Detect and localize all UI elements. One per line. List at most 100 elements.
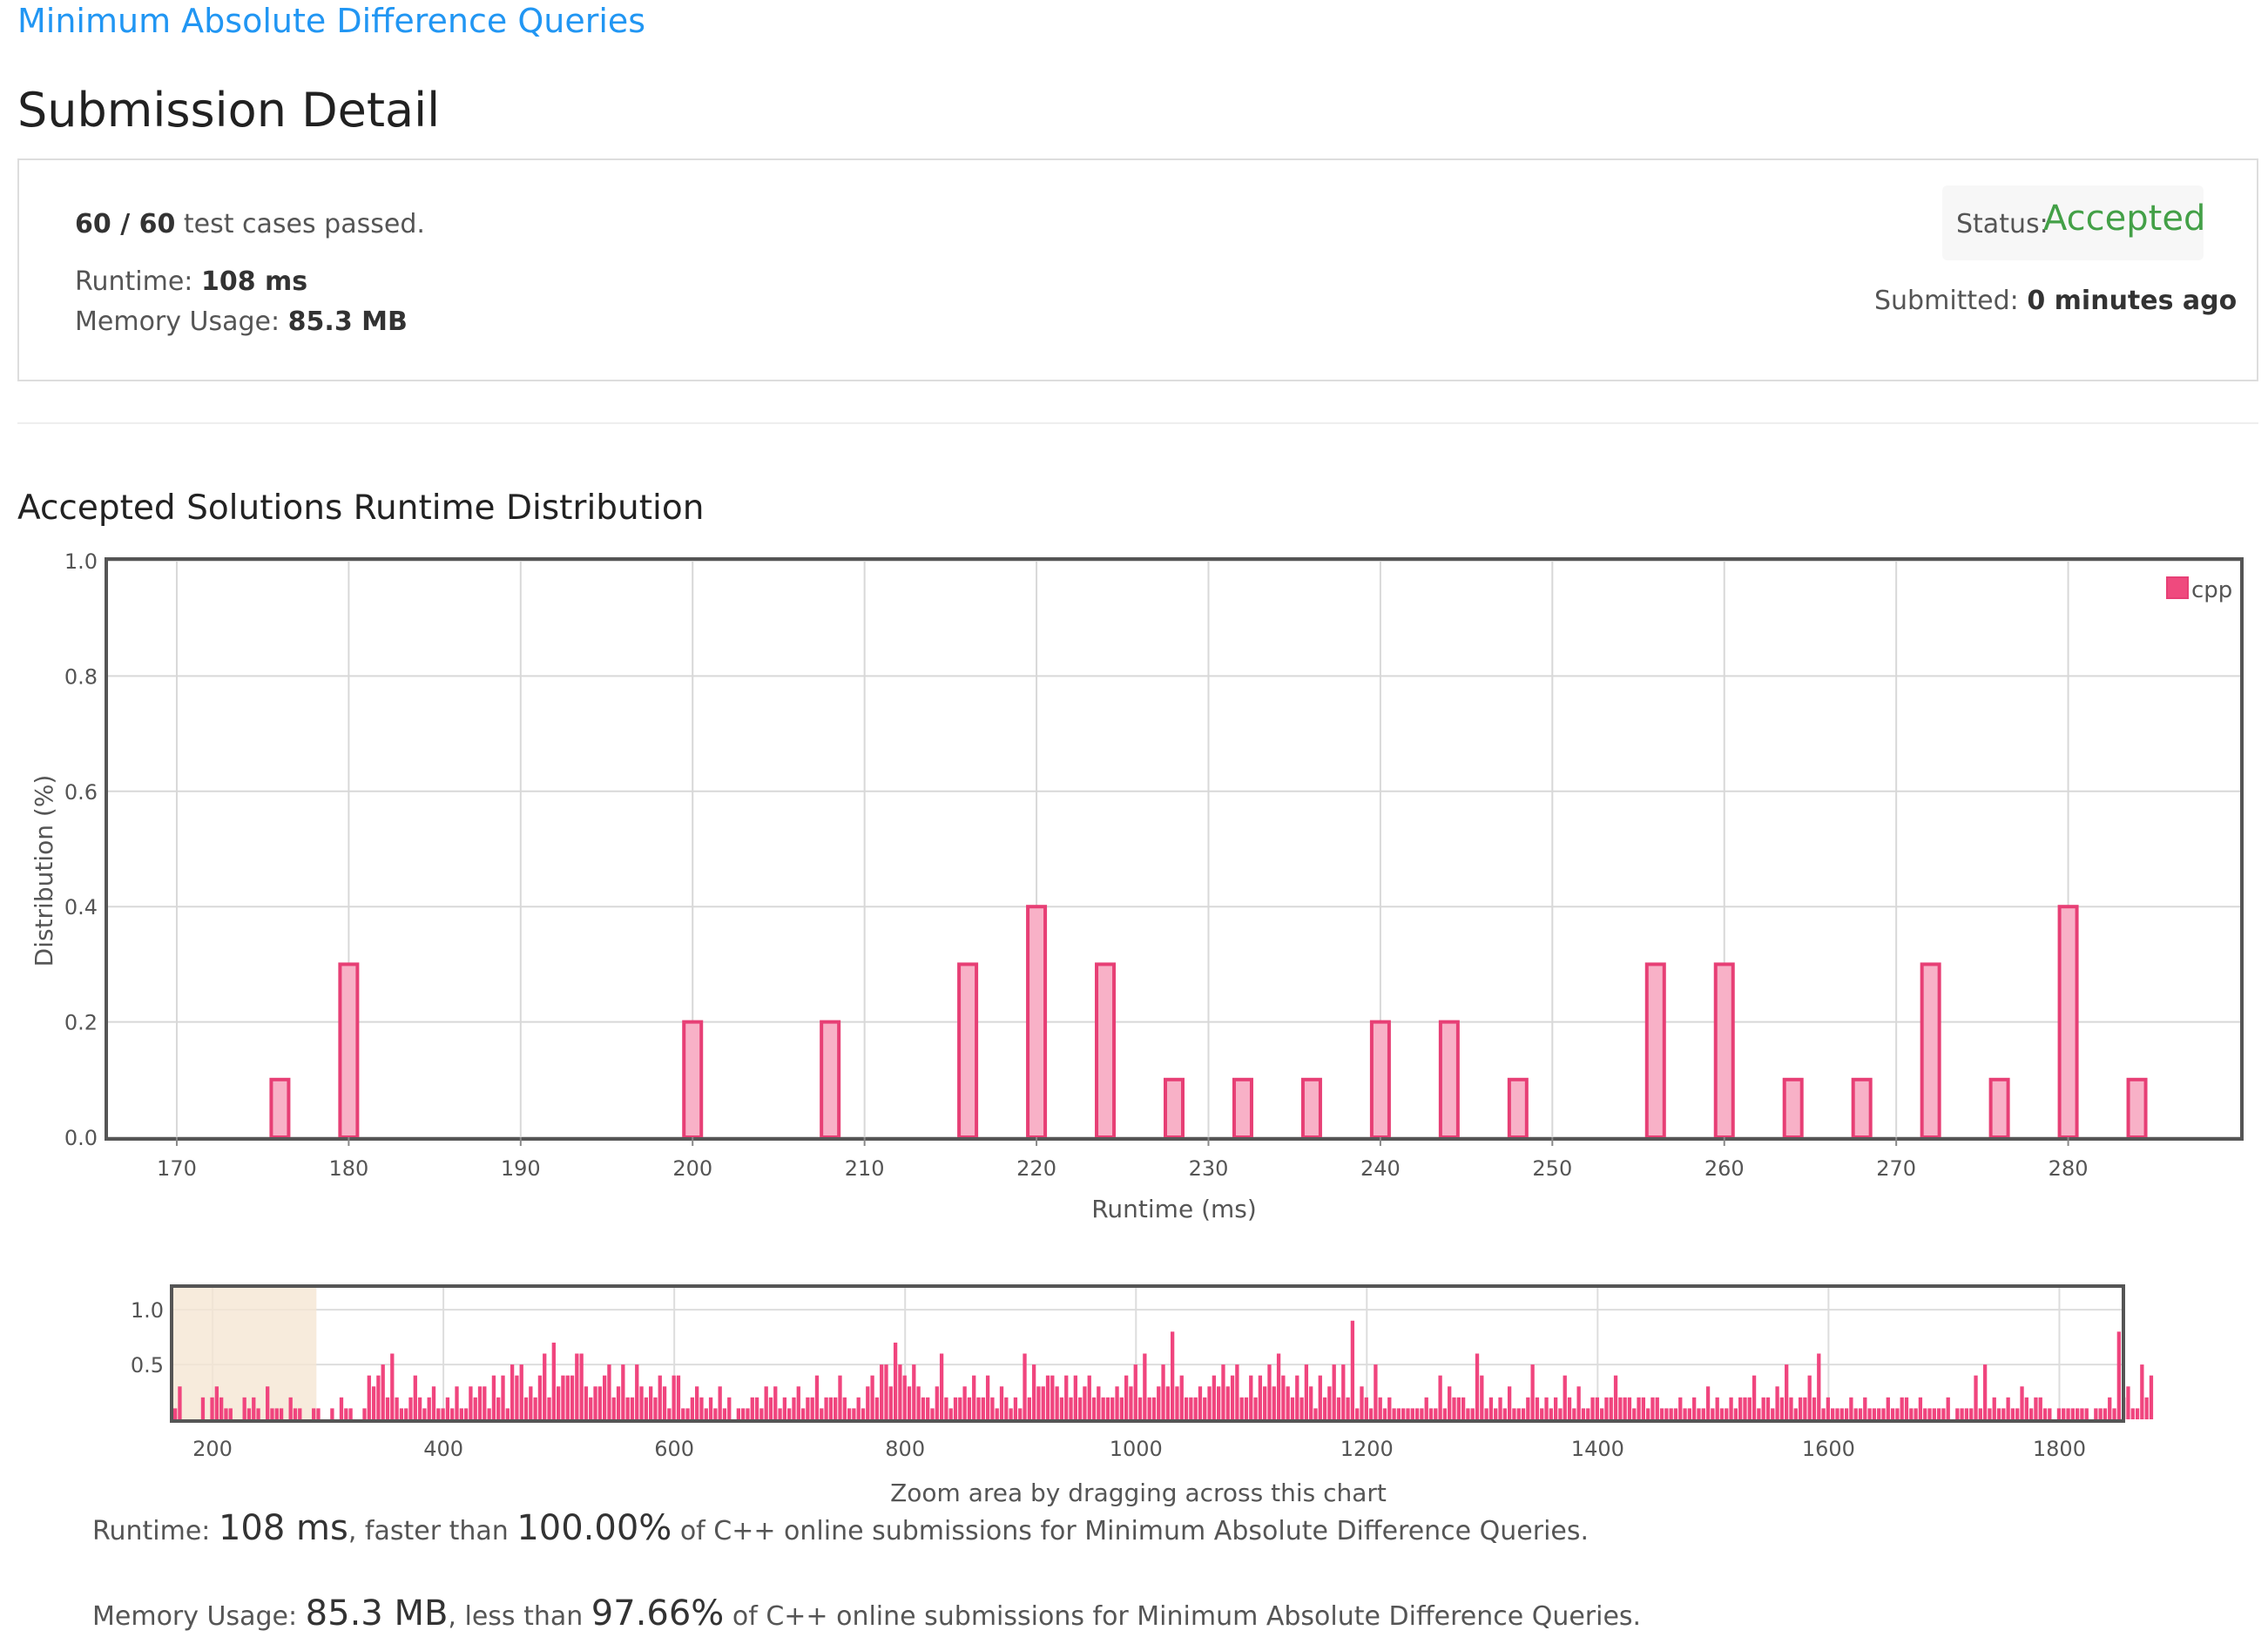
nav-bar [200,1397,206,1419]
nav-bar [1877,1408,1881,1419]
nav-bar [469,1386,473,1419]
nav-bar [1701,1408,1705,1419]
nav-bar [1789,1397,1793,1419]
nav-bar [1831,1408,1835,1419]
nav-bar [976,1397,981,1419]
result-runtime-mid: , faster than [348,1516,509,1546]
nav-bar [1992,1397,1996,1419]
nav-bar [279,1408,284,1419]
nav-bar [1346,1397,1350,1419]
nav-bar [1115,1386,1119,1419]
nav-bar [1036,1386,1041,1419]
navigator-chart[interactable]: 200 400 600 800 1000 1200 1400 1600 1800 0.51.0 … [0,0,2268,1533]
nav-bar [1290,1397,1295,1419]
nav-bar [1221,1364,1225,1419]
nav-bar [1157,1386,1161,1419]
nav-bar [1849,1397,1853,1419]
nav-bar [1004,1397,1009,1419]
nav-bar [1544,1397,1549,1419]
nav-bar [1286,1386,1290,1419]
nav-bar [639,1386,644,1419]
nav-bar [2006,1397,2010,1419]
nav-bar [385,1397,390,1419]
nav-bar [1964,1408,1969,1419]
nav-bar [1189,1397,1193,1419]
nav-bar [1526,1397,1530,1419]
nav-bar [404,1408,408,1419]
nav-bar [1494,1408,1498,1419]
nav-bar [1124,1375,1129,1419]
nav-bar [699,1397,704,1419]
nav-bar [1775,1386,1779,1419]
nav-bar [1765,1397,1771,1419]
nav-bar [210,1397,214,1419]
nav-bar [1401,1408,1406,1419]
nav-bar [616,1386,621,1419]
nav-bar [1867,1408,1872,1419]
nav-bar [912,1364,916,1419]
nav-bar [1535,1397,1540,1419]
nav-bar [704,1408,708,1419]
nav-bar [1193,1397,1198,1419]
nav-bar [367,1375,371,1419]
nav-bar [672,1375,676,1419]
result-memory-tail: of C++ online submissions for Minimum Ab… [732,1601,1642,1632]
nav-bar [1212,1375,1217,1419]
nav-bar [1747,1397,1752,1419]
nav-bar [1599,1408,1604,1419]
nav-bar [501,1375,505,1419]
nav-bar [2034,1397,2038,1419]
nav-bar [681,1408,685,1419]
nav-bar [1853,1408,1858,1419]
nav-bar [866,1386,870,1419]
nav-bar [2001,1408,2006,1419]
result-memory-mid: , less than [448,1601,584,1632]
nav-bar [2116,1331,2121,1419]
nav-bar [1927,1408,1932,1419]
nav-bar [1729,1397,1733,1419]
nav-bar [2038,1397,2042,1419]
nav-bar [1936,1408,1941,1419]
nav-bar [1627,1397,1632,1419]
nav-bar [1480,1375,1484,1419]
nav-bar [1941,1408,1946,1419]
nav-bar [1165,1386,1171,1419]
nav-bar [1618,1397,1623,1419]
nav-bar [1304,1364,1309,1419]
nav-bar [1771,1408,1775,1419]
nav-bar [1502,1408,1507,1419]
nav-bar [708,1397,713,1419]
nav-bar [1738,1397,1743,1419]
nav-bar [441,1408,445,1419]
nav-bar [1918,1397,1923,1419]
nav-bar [820,1408,824,1419]
nav-bar [330,1408,334,1419]
nav-bar [1715,1397,1719,1419]
nav-bar [635,1364,639,1419]
nav-bar [1530,1364,1535,1419]
nav-bar [2135,1408,2140,1419]
nav-bar [450,1408,455,1419]
nav-bar [759,1408,764,1419]
nav-bar [1276,1353,1281,1419]
nav-bar [1632,1408,1637,1419]
nav-bar [1909,1408,1914,1419]
nav-bar [1203,1397,1207,1419]
nav-bar [1414,1408,1420,1419]
nav-bar [1143,1353,1147,1419]
result-memory-percent: 97.66% [591,1593,725,1634]
nav-bar [1387,1397,1392,1419]
nav-bar [2103,1408,2108,1419]
nav-bar [939,1353,944,1419]
nav-bar [1863,1397,1867,1419]
nav-bar [611,1397,616,1419]
nav-bar [907,1386,912,1419]
nav-bar [1055,1386,1059,1419]
nav-bar [1258,1375,1263,1419]
nav-bar [1470,1408,1475,1419]
nav-bar [252,1397,256,1419]
nav-bar [1498,1397,1502,1419]
nav-bar [1041,1386,1045,1419]
nav-bar [445,1397,450,1419]
nav-bar [1641,1397,1646,1419]
